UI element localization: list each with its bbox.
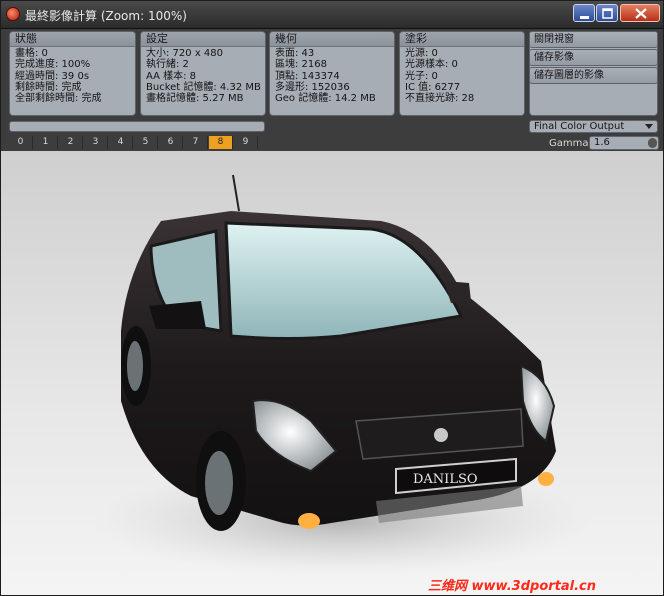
car-wheel-rim-front [205, 451, 233, 515]
shading-row: IC 值: 6277 [405, 81, 461, 93]
buffer-tab[interactable]: 6 [159, 136, 183, 149]
minimize-icon [580, 16, 589, 19]
status-row: 經過時間: 39 0s [15, 70, 90, 82]
car-windshield [224, 221, 464, 340]
render-window: 最終影像計算 (Zoom: 100%) 狀態 畫格: 0 完成進度: 100% … [0, 0, 664, 596]
title-bar[interactable]: 最終影像計算 (Zoom: 100%) [1, 1, 663, 29]
panel-title: 狀態 [10, 32, 135, 47]
panel-title: 設定 [141, 32, 265, 47]
save-image-button[interactable]: 儲存影像 [529, 49, 658, 66]
car-antenna [232, 174, 240, 212]
buffer-tab[interactable]: 7 [184, 136, 208, 149]
geometry-row: 多邊形: 152036 [275, 81, 350, 93]
gamma-label: Gamma [549, 138, 589, 149]
geometry-row: 表面: 43 [275, 48, 315, 59]
settings-row: 大小: 720 x 480 [146, 48, 223, 59]
car-plate-text: DANILSO [413, 472, 478, 487]
shading-row: 光源: 0 [405, 48, 438, 59]
window-title: 最終影像計算 (Zoom: 100%) [25, 9, 187, 23]
shading-panel: 塗彩 光源: 0 光源樣本: 0 光子: 0 IC 值: 6277 不直接光跡:… [399, 31, 525, 116]
status-row: 完成進度: 100% [15, 59, 91, 71]
save-layered-image-button[interactable]: 儲存圖層的影像 [529, 67, 658, 84]
car-mirror-left [149, 301, 206, 329]
geometry-panel: 幾何 表面: 43 區塊: 2168 頂點: 143374 多邊形: 15203… [269, 31, 395, 116]
render-progress-bar [9, 121, 265, 132]
shading-row: 不直接光跡: 28 [405, 93, 475, 105]
shading-row: 光子: 0 [405, 70, 438, 82]
buffer-tab[interactable]: 9 [234, 136, 258, 149]
shading-row: 光源樣本: 0 [405, 59, 458, 71]
status-panel: 狀態 畫格: 0 完成進度: 100% 經過時間: 39 0s 剩餘時間: 完成… [9, 31, 136, 116]
car-logo [434, 428, 448, 442]
buffer-tab[interactable]: 0 [9, 136, 33, 149]
panel-title: 幾何 [270, 32, 394, 47]
watermark: 三维网 www.3dportal.cn [428, 579, 597, 594]
settings-row: AA 樣本: 8 [146, 70, 197, 82]
spinner-icon[interactable] [648, 138, 657, 148]
car-foglight-left [298, 513, 320, 529]
settings-row: 執行緒: 2 [146, 59, 189, 71]
buffer-tab[interactable]: 1 [34, 136, 58, 149]
settings-panel: 設定 大小: 720 x 480 執行緒: 2 AA 樣本: 8 Bucket … [140, 31, 266, 116]
close-icon [635, 8, 647, 19]
stats-area: 狀態 畫格: 0 完成進度: 100% 經過時間: 39 0s 剩餘時間: 完成… [1, 29, 663, 151]
geometry-row: 區塊: 2168 [275, 59, 327, 71]
buffer-tab[interactable]: 2 [59, 136, 83, 149]
buffer-tab-active[interactable]: 8 [209, 136, 233, 149]
geometry-row: Geo 記憶體: 14.2 MB [275, 93, 376, 105]
settings-row: 畫格記憶體: 5.27 MB [146, 93, 244, 105]
close-window-button[interactable]: 關閉視窗 [529, 31, 658, 48]
panel-title: 塗彩 [400, 32, 524, 47]
rendered-car-image: DANILSO [91, 174, 591, 576]
chevron-down-icon [645, 124, 653, 129]
minimize-button[interactable] [573, 4, 595, 22]
maximize-icon [602, 8, 613, 19]
close-button[interactable] [620, 4, 660, 22]
buffer-tab[interactable]: 4 [109, 136, 133, 149]
buffer-tab[interactable]: 3 [84, 136, 108, 149]
maximize-button[interactable] [596, 4, 618, 22]
gamma-value: 1.6 [594, 137, 610, 148]
settings-row: Bucket 記憶體: 4.32 MB [146, 81, 261, 93]
gamma-input[interactable]: 1.6 [589, 136, 659, 150]
render-app-icon [6, 7, 20, 21]
output-select-value: Final Color Output [534, 121, 625, 132]
buffer-tab[interactable]: 5 [134, 136, 158, 149]
status-row: 剩餘時間: 完成 [15, 81, 82, 93]
car-foglight-right [538, 472, 554, 486]
status-row: 畫格: 0 [15, 48, 48, 59]
geometry-row: 頂點: 143374 [275, 70, 340, 82]
render-viewport: DANILSO 三维网 www.3dportal.cn [1, 151, 663, 595]
status-row: 全部剩餘時間: 完成 [15, 93, 102, 105]
car-wheel-rim-rear [127, 341, 143, 391]
output-select[interactable]: Final Color Output [529, 120, 658, 133]
